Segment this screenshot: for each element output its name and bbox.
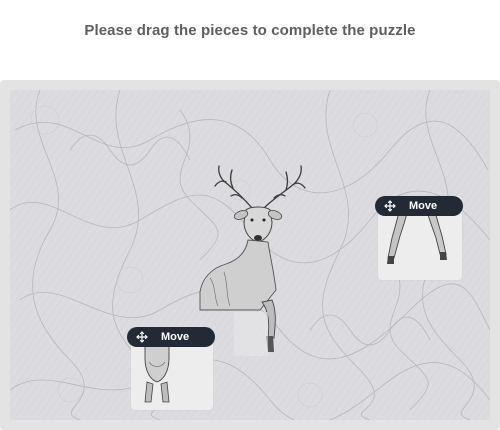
move-label: Move — [409, 200, 438, 212]
puzzle-board: Move Move — [10, 90, 490, 420]
move-button[interactable]: Move — [375, 196, 463, 216]
puzzle-frame: Move Move — [0, 80, 500, 430]
move-button[interactable]: Move — [127, 327, 215, 347]
move-arrows-icon — [384, 200, 396, 212]
move-label: Move — [161, 331, 190, 343]
puzzle-instruction: Please drag the pieces to complete the p… — [84, 22, 416, 39]
move-arrows-icon — [136, 331, 148, 343]
